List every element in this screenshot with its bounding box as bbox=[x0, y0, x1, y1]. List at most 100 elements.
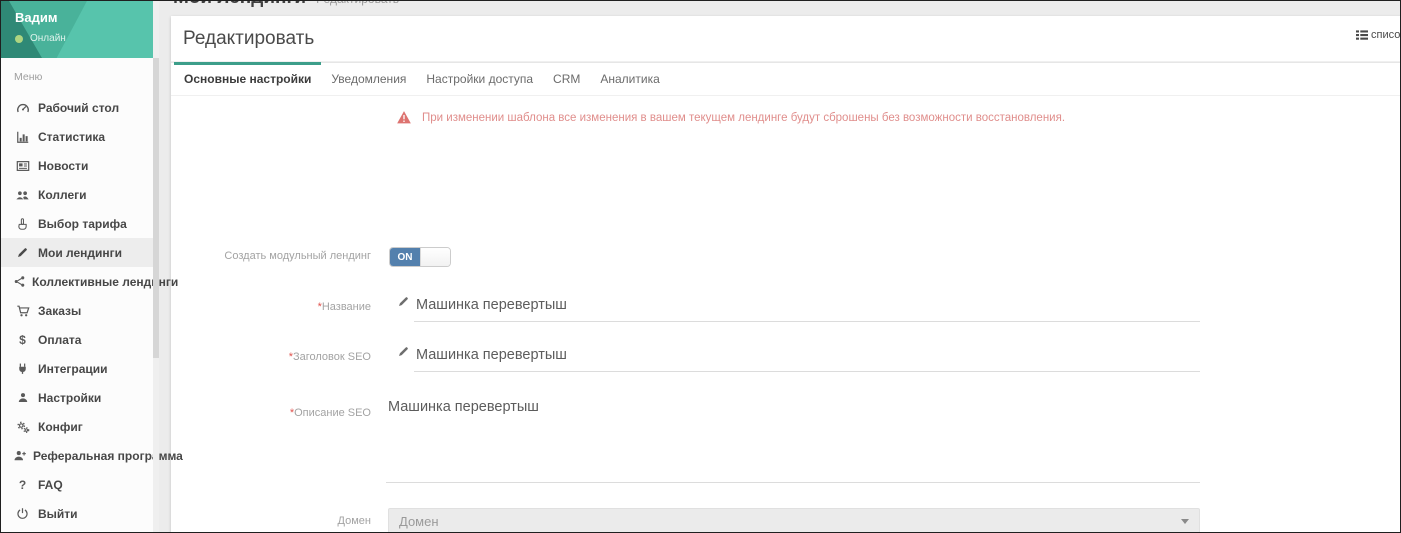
tab-crm[interactable]: CRM bbox=[543, 63, 590, 95]
sidebar-item-referral[interactable]: Реферальная программа bbox=[1, 441, 153, 470]
dollar-icon: $ bbox=[13, 333, 32, 347]
sidebar-item-collective-landings[interactable]: Коллективные лендинги bbox=[1, 267, 153, 296]
sidebar-item-label: Конфиг bbox=[38, 420, 83, 434]
sidebar-scrollbar-thumb[interactable] bbox=[153, 58, 159, 358]
title-label: *Название bbox=[171, 301, 371, 313]
gears-icon bbox=[13, 420, 32, 434]
list-view-label: список bbox=[1371, 29, 1401, 41]
tab-label: Настройки доступа bbox=[426, 72, 533, 86]
sidebar-item-label: Интеграции bbox=[38, 362, 108, 376]
sidebar-item-news[interactable]: Новости bbox=[1, 151, 153, 180]
sidebar-item-label: Статистика bbox=[38, 130, 105, 144]
tab-label: Основные настройки bbox=[184, 72, 311, 86]
seo-title-label: *Заголовок SEO bbox=[171, 351, 371, 363]
sidebar-item-label: Реферальная программа bbox=[33, 449, 183, 463]
pencil-icon bbox=[397, 295, 410, 313]
sidebar-item-label: Настройки bbox=[38, 391, 101, 405]
template-warning: При изменении шаблона все изменения в ва… bbox=[396, 110, 1401, 125]
tab-analytics[interactable]: Аналитика bbox=[590, 63, 669, 95]
power-icon bbox=[13, 507, 32, 520]
tab-access-settings[interactable]: Настройки доступа bbox=[416, 63, 543, 95]
seo-title-input[interactable]: Машинка перевертыш bbox=[416, 347, 567, 363]
domain-select-value: Домен bbox=[399, 514, 1181, 529]
title-label-text: Название bbox=[322, 301, 371, 313]
sidebar-item-colleagues[interactable]: Коллеги bbox=[1, 180, 153, 209]
tab-bar: Основные настройки Уведомления Настройки… bbox=[171, 62, 1401, 96]
sidebar-item-my-landings[interactable]: Мои лендинги bbox=[1, 238, 153, 267]
list-view-button[interactable]: список bbox=[1356, 29, 1401, 41]
card-header: Редактировать список bbox=[171, 16, 1401, 62]
user-status: Онлайн bbox=[15, 33, 153, 44]
dashboard-icon bbox=[13, 101, 32, 115]
seo-description-label-text: Описание SEO bbox=[294, 407, 371, 419]
title-input[interactable]: Машинка перевертыш bbox=[416, 297, 567, 313]
sidebar-item-tariff[interactable]: Выбор тарифа bbox=[1, 209, 153, 238]
toggle-knob bbox=[420, 248, 450, 266]
question-icon: ? bbox=[13, 478, 32, 492]
sidebar-item-integrations[interactable]: Интеграции bbox=[1, 354, 153, 383]
sidebar-item-label: Заказы bbox=[38, 304, 81, 318]
app-window: Мои лендинги Редактировать Вадим Онлайн М… bbox=[0, 0, 1401, 533]
sidebar-item-label: Мои лендинги bbox=[38, 246, 122, 260]
seo-description-underline bbox=[386, 482, 1200, 483]
page-title: Мои лендинги bbox=[173, 0, 306, 8]
domain-select[interactable]: Домен bbox=[388, 508, 1200, 533]
online-status-label: Онлайн bbox=[30, 33, 66, 44]
hand-pointer-icon bbox=[13, 217, 32, 231]
sidebar-item-payment[interactable]: $ Оплата bbox=[1, 325, 153, 354]
tab-label: Уведомления bbox=[331, 72, 406, 86]
sidebar-item-label: Оплата bbox=[38, 333, 81, 347]
plug-icon bbox=[13, 362, 32, 376]
user-name: Вадим bbox=[15, 10, 153, 25]
sidebar: Вадим Онлайн Меню Рабочий стол Статистик… bbox=[1, 1, 153, 533]
sidebar-user-panel: Вадим Онлайн bbox=[1, 1, 153, 58]
tab-label: Аналитика bbox=[600, 72, 659, 86]
sidebar-item-dashboard[interactable]: Рабочий стол bbox=[1, 93, 153, 122]
edit-card: Редактировать список Основные настройки … bbox=[171, 16, 1401, 533]
modular-landing-label: Создать модульный лендинг bbox=[171, 250, 371, 262]
card-title: Редактировать bbox=[183, 28, 314, 50]
warning-triangle-icon bbox=[396, 110, 412, 125]
toggle-on-label: ON bbox=[390, 248, 420, 266]
modular-landing-toggle[interactable]: ON bbox=[389, 247, 451, 267]
sidebar-item-faq[interactable]: ? FAQ bbox=[1, 470, 153, 499]
sidebar-item-orders[interactable]: Заказы bbox=[1, 296, 153, 325]
sidebar-item-config[interactable]: Конфиг bbox=[1, 412, 153, 441]
page-subtitle: Редактировать bbox=[316, 0, 399, 6]
domain-label: Домен bbox=[171, 515, 371, 527]
sidebar-item-label: Новости bbox=[38, 159, 88, 173]
cart-icon bbox=[13, 304, 32, 318]
news-icon bbox=[13, 159, 32, 173]
tab-main-settings[interactable]: Основные настройки bbox=[174, 63, 321, 95]
sidebar-scrollbar[interactable] bbox=[153, 1, 159, 533]
sidebar-item-label: Выбор тарифа bbox=[38, 217, 127, 231]
sidebar-item-statistics[interactable]: Статистика bbox=[1, 122, 153, 151]
sidebar-item-label: Выйти bbox=[38, 507, 78, 521]
seo-title-input-underline bbox=[414, 371, 1200, 372]
sidebar-item-settings[interactable]: Настройки bbox=[1, 383, 153, 412]
bar-chart-icon bbox=[13, 130, 32, 144]
online-status-dot bbox=[15, 35, 23, 43]
menu-section-label: Меню bbox=[1, 58, 153, 93]
colleagues-icon bbox=[13, 188, 32, 202]
list-icon bbox=[1356, 29, 1368, 41]
sidebar-item-label: Рабочий стол bbox=[38, 101, 119, 115]
sidebar-item-label: Коллеги bbox=[38, 188, 87, 202]
warning-text: При изменении шаблона все изменения в ва… bbox=[422, 112, 1065, 124]
chevron-down-icon bbox=[1181, 519, 1189, 524]
user-icon bbox=[13, 391, 32, 404]
seo-description-textarea[interactable]: Машинка перевертыш bbox=[388, 399, 539, 415]
breadcrumb: Мои лендинги Редактировать bbox=[173, 0, 399, 9]
user-plus-icon bbox=[13, 449, 27, 462]
sidebar-item-logout[interactable]: Выйти bbox=[1, 499, 153, 528]
seo-description-label: *Описание SEO bbox=[171, 407, 371, 419]
tab-notifications[interactable]: Уведомления bbox=[321, 63, 416, 95]
sidebar-item-label: FAQ bbox=[38, 478, 63, 492]
share-icon bbox=[13, 275, 26, 288]
sidebar-menu: Рабочий стол Статистика Новости Коллеги bbox=[1, 93, 153, 528]
pencil-icon bbox=[397, 345, 410, 363]
seo-title-label-text: Заголовок SEO bbox=[293, 351, 371, 363]
title-input-underline bbox=[414, 321, 1200, 322]
tab-label: CRM bbox=[553, 72, 580, 86]
edit-icon bbox=[13, 246, 32, 259]
